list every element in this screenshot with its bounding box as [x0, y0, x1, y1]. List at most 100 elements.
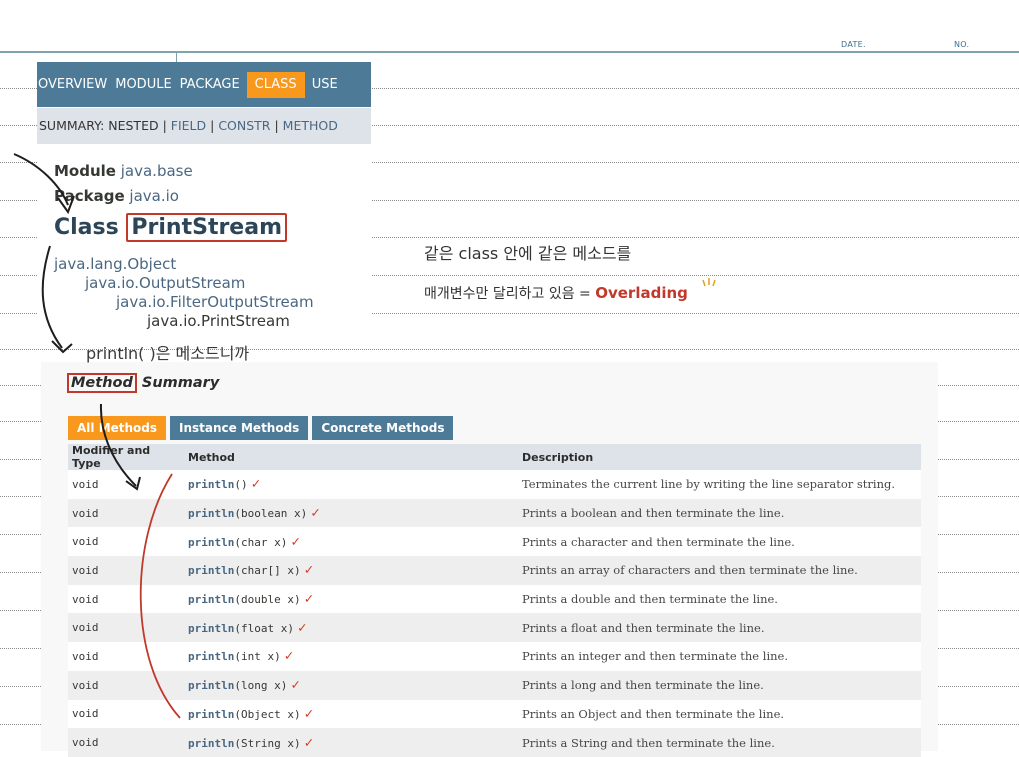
method-row: void println(float x) ✓ Prints a float and …	[68, 613, 921, 643]
module-label: Module	[54, 162, 116, 180]
ink-emphasis-marks	[702, 278, 716, 287]
method-tabs: All Methods Instance Methods Concrete Me…	[68, 416, 454, 440]
method-name-link[interactable]: println	[188, 650, 234, 663]
method-params: ()	[234, 478, 248, 492]
col-header-description: Description	[518, 444, 921, 470]
method-row: void println(long x) ✓ Prints a long and th…	[68, 670, 921, 700]
inherit-object[interactable]: java.lang.Object	[54, 255, 176, 273]
checkmark-icon: ✓	[304, 562, 314, 579]
method-signature: println(boolean x) ✓	[184, 498, 518, 528]
method-signature: println(double x) ✓	[184, 584, 518, 614]
subnav-prefix: SUMMARY: NESTED |	[39, 118, 171, 133]
note-overlading-word: Overlading	[595, 284, 688, 302]
method-description: Prints an array of characters and then t…	[518, 556, 921, 585]
note-params-text: 매개변수만 달리하고 있음 =	[424, 286, 596, 302]
subnav-field-link[interactable]: FIELD	[171, 118, 206, 133]
method-params: (double x)	[234, 593, 301, 607]
handwritten-note-println: println( )은 메소드니까	[86, 344, 250, 363]
method-summary-title-rest: Summary	[136, 375, 220, 391]
package-label: Package	[54, 187, 125, 205]
package-line: Package java.io	[54, 187, 179, 205]
nav-module[interactable]: MODULE	[114, 62, 178, 107]
handwritten-note-overloading-1: 같은 class 안에 같은 메소드를	[424, 244, 632, 263]
method-name-link[interactable]: println	[188, 536, 234, 549]
checkmark-icon: ✓	[311, 505, 320, 522]
method-params: (int x)	[234, 650, 281, 664]
method-params: (char x)	[234, 535, 288, 549]
tab-concrete-methods[interactable]: Concrete Methods	[312, 416, 454, 440]
checkmark-icon: ✓	[304, 734, 314, 751]
method-return-type: void	[68, 642, 184, 671]
method-summary-card: Method Summary All Methods Instance Meth…	[41, 362, 938, 757]
method-row: void println(String x) ✓ Prints a String an…	[68, 728, 921, 757]
nav-class[interactable]: CLASS	[246, 71, 305, 98]
col-header-modifier: Modifier and Type	[68, 444, 184, 470]
module-line: Module java.base	[54, 162, 193, 180]
method-signature: println(String x) ✓	[184, 728, 518, 757]
checkmark-icon: ✓	[291, 677, 300, 694]
nav-use[interactable]: USE	[311, 62, 345, 107]
method-description: Prints a boolean and then terminate the …	[518, 498, 921, 528]
method-name-link[interactable]: println	[188, 622, 234, 635]
method-signature: println(Object x) ✓	[184, 699, 518, 729]
inherit-filteroutputstream[interactable]: java.io.FilterOutputStream	[116, 293, 314, 311]
method-signature: println(char[] x) ✓	[184, 556, 518, 585]
method-return-type: void	[68, 584, 184, 614]
method-description: Prints a String and then terminate the l…	[518, 728, 921, 757]
method-signature: println() ✓	[184, 470, 518, 499]
method-row: void println(char x) ✓ Prints a character a…	[68, 527, 921, 557]
javadoc-header-card: OVERVIEW MODULE PACKAGE CLASS USE SUMMAR…	[37, 62, 371, 336]
method-signature: println(int x) ✓	[184, 642, 518, 671]
inherit-outputstream[interactable]: java.io.OutputStream	[85, 274, 245, 292]
method-name-link[interactable]: println	[188, 737, 234, 750]
method-params: (Object x)	[234, 707, 301, 721]
method-params: (String x)	[234, 736, 301, 750]
method-description: Prints an integer and then terminate the…	[518, 642, 921, 671]
method-table: Modifier and Type Method Description voi…	[68, 444, 921, 757]
class-label: Class	[54, 215, 119, 240]
nav-overview[interactable]: OVERVIEW	[37, 62, 114, 107]
method-return-type: void	[68, 670, 184, 700]
subnav-method-link[interactable]: METHOD	[283, 118, 338, 133]
method-description: Prints a double and then terminate the l…	[518, 584, 921, 614]
paper-date-label: DATE.	[841, 40, 866, 49]
method-description: Prints an Object and then terminate the …	[518, 699, 921, 729]
top-nav-bar: OVERVIEW MODULE PACKAGE CLASS USE	[37, 62, 371, 107]
method-row: void println(int x) ✓ Prints an integer and…	[68, 642, 921, 671]
subnav-constr-link[interactable]: CONSTR	[218, 118, 270, 133]
method-description: Prints a float and then terminate the li…	[518, 613, 921, 643]
col-header-method: Method	[184, 444, 518, 470]
class-title: Class PrintStream	[54, 213, 288, 242]
method-name-link[interactable]: println	[188, 564, 234, 577]
summary-subnav: SUMMARY: NESTED | FIELD | CONSTR | METHO…	[37, 108, 371, 144]
method-name-link[interactable]: println	[188, 679, 234, 692]
nav-package[interactable]: PACKAGE	[179, 62, 247, 107]
method-description: Terminates the current line by writing t…	[518, 470, 921, 499]
tab-instance-methods[interactable]: Instance Methods	[170, 416, 309, 440]
method-signature: println(long x) ✓	[184, 670, 518, 700]
method-name-link[interactable]: println	[188, 708, 234, 721]
package-value[interactable]: java.io	[129, 187, 179, 205]
checkmark-icon: ✓	[304, 705, 314, 722]
subnav-sep: |	[270, 118, 283, 133]
method-params: (float x)	[234, 621, 294, 635]
method-return-type: void	[68, 527, 184, 557]
method-name-link[interactable]: println	[188, 593, 234, 606]
inherit-printstream: java.io.PrintStream	[147, 312, 290, 330]
checkmark-icon: ✓	[284, 648, 294, 665]
checkmark-icon: ✓	[297, 619, 307, 636]
method-return-type: void	[68, 470, 184, 499]
method-description: Prints a character and then terminate th…	[518, 527, 921, 557]
paper-no-label: NO.	[954, 40, 970, 49]
method-name-link[interactable]: println	[188, 478, 234, 491]
subnav-sep: |	[206, 118, 219, 133]
method-name-link[interactable]: println	[188, 507, 234, 520]
method-return-type: void	[68, 498, 184, 528]
tab-all-methods[interactable]: All Methods	[68, 416, 167, 440]
method-row: void println(Object x) ✓ Prints an Object a…	[68, 699, 921, 729]
ink-arrowhead	[51, 340, 73, 354]
method-row: void println(boolean x) ✓ Prints a boolean …	[68, 498, 921, 528]
method-signature: println(float x) ✓	[184, 613, 518, 643]
handwritten-note-overloading-2: 매개변수만 달리하고 있음 = Overlading	[424, 283, 688, 303]
module-value[interactable]: java.base	[121, 162, 193, 180]
